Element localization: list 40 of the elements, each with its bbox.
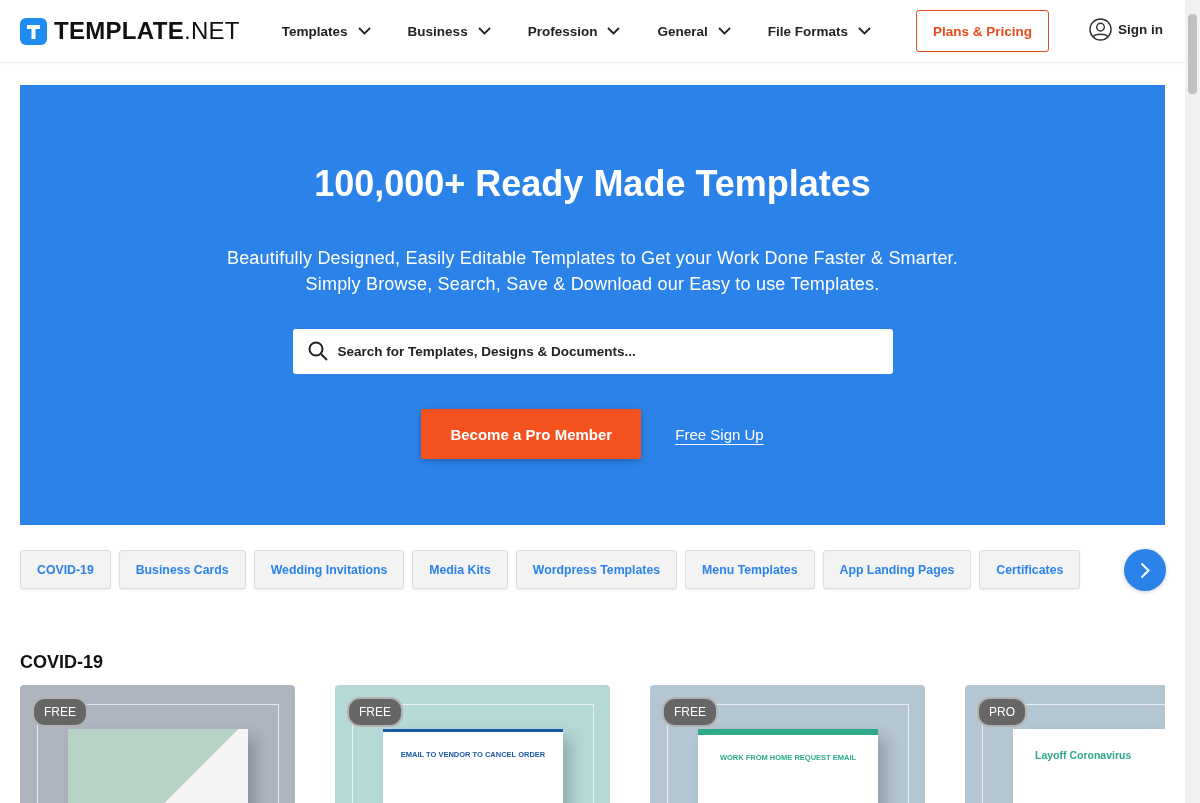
nav-menu-item[interactable]: Profession (527, 23, 621, 39)
badge: FREE (32, 697, 88, 727)
nav-menu-item[interactable]: File Formats (767, 23, 871, 39)
template-card[interactable]: FREE (20, 685, 295, 803)
scrollbar[interactable] (1185, 0, 1200, 803)
nav-menu-item[interactable]: Templates (281, 23, 371, 39)
category-chip[interactable]: Media Kits (412, 550, 508, 589)
badge: FREE (662, 697, 718, 727)
section-title: COVID-19 (20, 652, 105, 673)
category-chip[interactable]: Wordpress Templates (515, 550, 678, 589)
document-title: Layoff Coronavirus (1035, 749, 1132, 763)
next-button[interactable] (1124, 549, 1166, 591)
become-pro-button[interactable]: Become a Pro Member (421, 409, 642, 459)
logo-icon (20, 17, 47, 45)
sign-in-link[interactable]: Sign in (1089, 17, 1163, 41)
template-card[interactable]: Layoff Coronavirus PRO (965, 685, 1165, 803)
category-chip[interactable]: Menu Templates (685, 550, 815, 589)
nav-menu-item[interactable]: Business (407, 23, 491, 39)
chevron-down-icon (477, 27, 491, 35)
category-chip[interactable]: Business Cards (118, 550, 246, 589)
chevron-down-icon (357, 27, 371, 35)
badge: PRO (977, 697, 1027, 727)
logo-text[interactable]: TEMPLATE.NET (54, 17, 240, 45)
search-field[interactable]: Search for Templates, Designs & Documents... (292, 329, 893, 374)
free-sign-up-link[interactable]: Free Sign Up (675, 425, 764, 443)
badge: FREE (347, 697, 403, 727)
plans-pricing-button[interactable]: Plans & Pricing (915, 10, 1049, 52)
chevron-down-icon (858, 27, 871, 35)
category-chip[interactable]: Wedding Invitations (253, 550, 405, 589)
nav-menu-item[interactable]: General (657, 23, 731, 39)
chevron-down-icon (717, 27, 731, 35)
hero-title: 100,000+ Ready Made Templates (314, 163, 871, 205)
chevron-down-icon (607, 27, 621, 35)
chevron-right-icon (1140, 561, 1150, 579)
hero-subtitle: Simply Browse, Search, Save & Download our Easy to use Templates. (305, 273, 880, 296)
user-icon (1089, 17, 1112, 41)
category-chip[interactable]: App Landing Pages (822, 550, 972, 589)
hero-subtitle: Beautifully Designed, Easily Editable Templates to Get your Work Done Faster & Smarter. (226, 247, 959, 270)
category-chip[interactable]: Certificates (979, 550, 1081, 589)
category-chip[interactable]: COVID-19 (20, 550, 111, 589)
